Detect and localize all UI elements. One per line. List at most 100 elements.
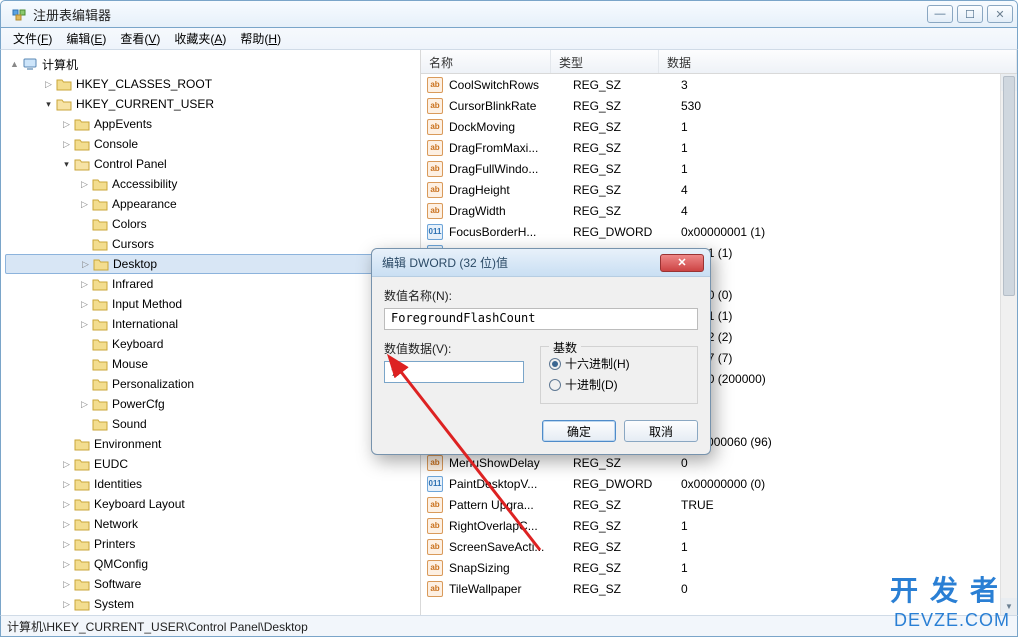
expander-icon[interactable]: ▷ [61,519,72,530]
expander-icon[interactable]: ▷ [80,259,91,270]
tree-item-appearance[interactable]: ▷Appearance [5,194,420,214]
tree-item-eudc[interactable]: ▷EUDC [5,454,420,474]
column-name[interactable]: 名称 [421,50,551,73]
tree-item-hkey-classes-root[interactable]: ▷HKEY_CLASSES_ROOT [5,74,420,94]
menu-v[interactable]: 查看(V) [114,28,166,49]
value-name: DockMoving [449,120,573,134]
expander-icon[interactable]: ▷ [61,139,72,150]
expander-icon[interactable] [79,239,90,250]
tree-item-infrared[interactable]: ▷Infrared [5,274,420,294]
tree-item-personalization[interactable]: Personalization [5,374,420,394]
expander-icon[interactable]: ▷ [61,119,72,130]
close-button[interactable]: ✕ [987,5,1013,23]
tree-item-powercfg[interactable]: ▷PowerCfg [5,394,420,414]
list-row[interactable]: abScreenSaveActi...REG_SZ1 [421,536,1017,557]
list-row[interactable]: abMenuShowDelayREG_SZ0 [421,452,1017,473]
value-data-input[interactable] [384,361,524,383]
minimize-button[interactable]: — [927,5,953,23]
expander-icon[interactable]: ▷ [61,539,72,550]
tree-item-control-panel[interactable]: ▾Control Panel [5,154,420,174]
menu-a[interactable]: 收藏夹(A) [168,28,232,49]
expander-icon[interactable]: ▷ [79,399,90,410]
list-row[interactable]: abDragWidthREG_SZ4 [421,200,1017,221]
dialog-close-button[interactable]: ✕ [660,254,704,272]
tree-item-accessibility[interactable]: ▷Accessibility [5,174,420,194]
value-type: REG_SZ [573,519,681,533]
tree-item-label: Keyboard Layout [94,497,185,511]
expander-icon[interactable]: ▷ [79,199,90,210]
tree-item-international[interactable]: ▷International [5,314,420,334]
tree-item-appevents[interactable]: ▷AppEvents [5,114,420,134]
expander-icon[interactable] [79,219,90,230]
menu-e[interactable]: 编辑(E) [60,28,112,49]
expander-icon[interactable]: ▷ [61,599,72,610]
expander-icon[interactable]: ▷ [79,179,90,190]
tree-item-environment[interactable]: Environment [5,434,420,454]
folder-icon [56,97,72,111]
expander-icon[interactable]: ▷ [79,279,90,290]
tree-item-mouse[interactable]: Mouse [5,354,420,374]
radix-dec-radio[interactable]: 十进制(D) [549,376,689,393]
expander-icon[interactable]: ▷ [61,479,72,490]
scroll-thumb[interactable] [1003,76,1015,296]
tree-item-input-method[interactable]: ▷ Input Method [5,294,420,314]
tree-item-sound[interactable]: Sound [5,414,420,434]
expander-icon[interactable]: ▷ [61,459,72,470]
maximize-button[interactable]: ☐ [957,5,983,23]
expander-icon[interactable] [61,439,72,450]
registry-tree[interactable]: ▲计算机▷HKEY_CLASSES_ROOT▾HKEY_CURRENT_USER… [1,50,421,615]
tree-item-system[interactable]: ▷System [5,594,420,614]
list-row[interactable]: 011PaintDesktopV...REG_DWORD0x00000000 (… [421,473,1017,494]
expander-icon[interactable] [79,359,90,370]
expander-icon[interactable]: ▷ [61,559,72,570]
tree-item-software[interactable]: ▷Software [5,574,420,594]
tree-item-label: Input Method [112,297,182,311]
tree-item-hkey-current-user[interactable]: ▾HKEY_CURRENT_USER [5,94,420,114]
menu-f[interactable]: 文件(F) [7,28,58,49]
tree-item-identities[interactable]: ▷Identities [5,474,420,494]
dialog-titlebar[interactable]: 编辑 DWORD (32 位)值 ✕ [372,249,710,277]
tree-item-console[interactable]: ▷Console [5,134,420,154]
tree-item-network[interactable]: ▷Network [5,514,420,534]
column-type[interactable]: 类型 [551,50,659,73]
vertical-scrollbar[interactable]: ▲ ▼ [1000,74,1017,615]
radix-hex-radio[interactable]: 十六进制(H) [549,355,689,372]
list-row[interactable]: abPattern Upgra...REG_SZTRUE [421,494,1017,515]
list-header[interactable]: 名称 类型 数据 [421,50,1017,74]
tree-item-printers[interactable]: ▷Printers [5,534,420,554]
window-titlebar: 注册表编辑器 — ☐ ✕ [0,0,1018,28]
cancel-button[interactable]: 取消 [624,420,698,442]
list-row[interactable]: abDragFromMaxi...REG_SZ1 [421,137,1017,158]
expander-icon[interactable]: ▾ [61,159,72,170]
expander-icon[interactable]: ▷ [79,299,90,310]
menu-h[interactable]: 帮助(H) [234,28,287,49]
expander-icon[interactable] [79,379,90,390]
expander-icon[interactable]: ▷ [61,579,72,590]
list-row[interactable]: abRightOverlapC...REG_SZ1 [421,515,1017,536]
expander-icon[interactable]: ▷ [79,319,90,330]
expander-icon[interactable]: ▷ [61,499,72,510]
list-row[interactable]: abCursorBlinkRateREG_SZ530 [421,95,1017,116]
list-row[interactable]: abCoolSwitchRowsREG_SZ3 [421,74,1017,95]
expander-icon[interactable] [79,419,90,430]
tree-item-keyboard[interactable]: Keyboard [5,334,420,354]
expander-icon[interactable] [79,339,90,350]
expander-icon[interactable]: ▾ [43,99,54,110]
tree-item-cursors[interactable]: Cursors [5,234,420,254]
binary-value-icon: 011 [427,224,443,240]
list-row[interactable]: abDragHeightREG_SZ4 [421,179,1017,200]
ok-button[interactable]: 确定 [542,420,616,442]
column-data[interactable]: 数据 [659,50,1017,73]
tree-item-qmconfig[interactable]: ▷QMConfig [5,554,420,574]
string-value-icon: ab [427,581,443,597]
value-type: REG_SZ [573,204,681,218]
tree-item-label: Sound [112,417,147,431]
list-row[interactable]: 011FocusBorderH...REG_DWORD0x00000001 (1… [421,221,1017,242]
tree-item-colors[interactable]: Colors [5,214,420,234]
list-row[interactable]: abDockMovingREG_SZ1 [421,116,1017,137]
expander-icon[interactable]: ▷ [43,79,54,90]
list-row[interactable]: abDragFullWindo...REG_SZ1 [421,158,1017,179]
tree-root[interactable]: ▲计算机 [5,54,420,74]
tree-item-keyboard-layout[interactable]: ▷ Keyboard Layout [5,494,420,514]
tree-item-desktop[interactable]: ▷Desktop [5,254,420,274]
